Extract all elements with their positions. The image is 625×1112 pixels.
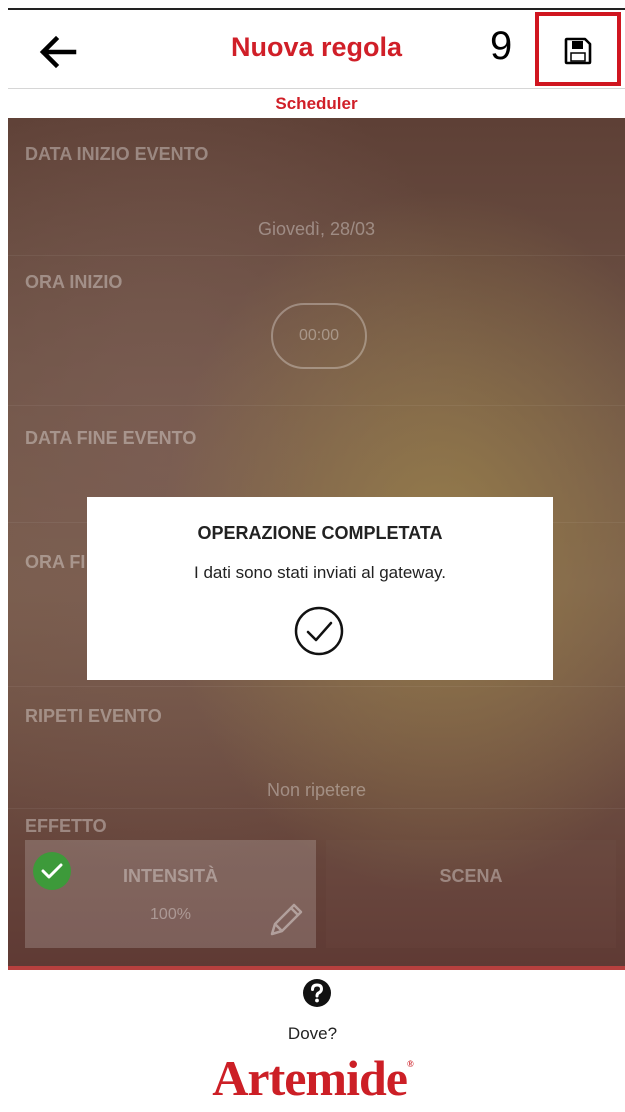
scene-title: SCENA [439, 866, 503, 886]
app-header: Nuova regola 9 [8, 10, 625, 88]
header-divider [8, 88, 625, 89]
effect-label: EFFETTO [25, 816, 107, 836]
app-screen: Nuova regola 9 Scheduler DATA INIZIO EVE… [0, 0, 625, 1112]
divider [8, 686, 625, 687]
panel-bottom-border [8, 966, 625, 970]
question-circle-icon[interactable] [302, 978, 332, 1008]
page-subtitle: Scheduler [275, 94, 358, 113]
step-number: 9 [490, 24, 513, 68]
brand-logo: Artemide® [0, 1049, 625, 1107]
dialog-message: I dati sono stati inviati al gateway. [194, 563, 446, 582]
save-button[interactable] [535, 12, 621, 86]
scene-option[interactable]: SCENA [326, 840, 616, 948]
where-link[interactable]: Dove? [0, 1024, 625, 1044]
start-time-label: ORA INIZIO [25, 272, 123, 292]
start-time-button[interactable]: 00:00 [271, 303, 367, 369]
logo-text: Artemide [212, 1050, 408, 1106]
pencil-icon[interactable] [266, 900, 306, 940]
repeat-value[interactable]: Non ripetere [8, 780, 625, 801]
dialog-title: OPERAZIONE COMPLETATA [197, 523, 443, 543]
end-time-label: ORA FI [25, 552, 86, 572]
logo-registered-mark: ® [406, 1059, 414, 1069]
intensity-option[interactable]: INTENSITÀ 100% [25, 840, 316, 948]
check-circle-icon [294, 606, 344, 656]
page-title: Nuova regola [230, 32, 403, 62]
repeat-label: RIPETI EVENTO [25, 706, 162, 726]
divider [8, 255, 625, 256]
end-date-label: DATA FINE EVENTO [25, 428, 197, 448]
success-dialog: OPERAZIONE COMPLETATA I dati sono stati … [87, 497, 553, 680]
divider [8, 405, 625, 406]
floppy-disk-icon [564, 37, 592, 65]
intensity-title: INTENSITÀ [122, 866, 218, 886]
start-date-label: DATA INIZIO EVENTO [25, 144, 209, 164]
divider [8, 808, 625, 809]
start-date-value[interactable]: Giovedì, 28/03 [8, 219, 625, 240]
